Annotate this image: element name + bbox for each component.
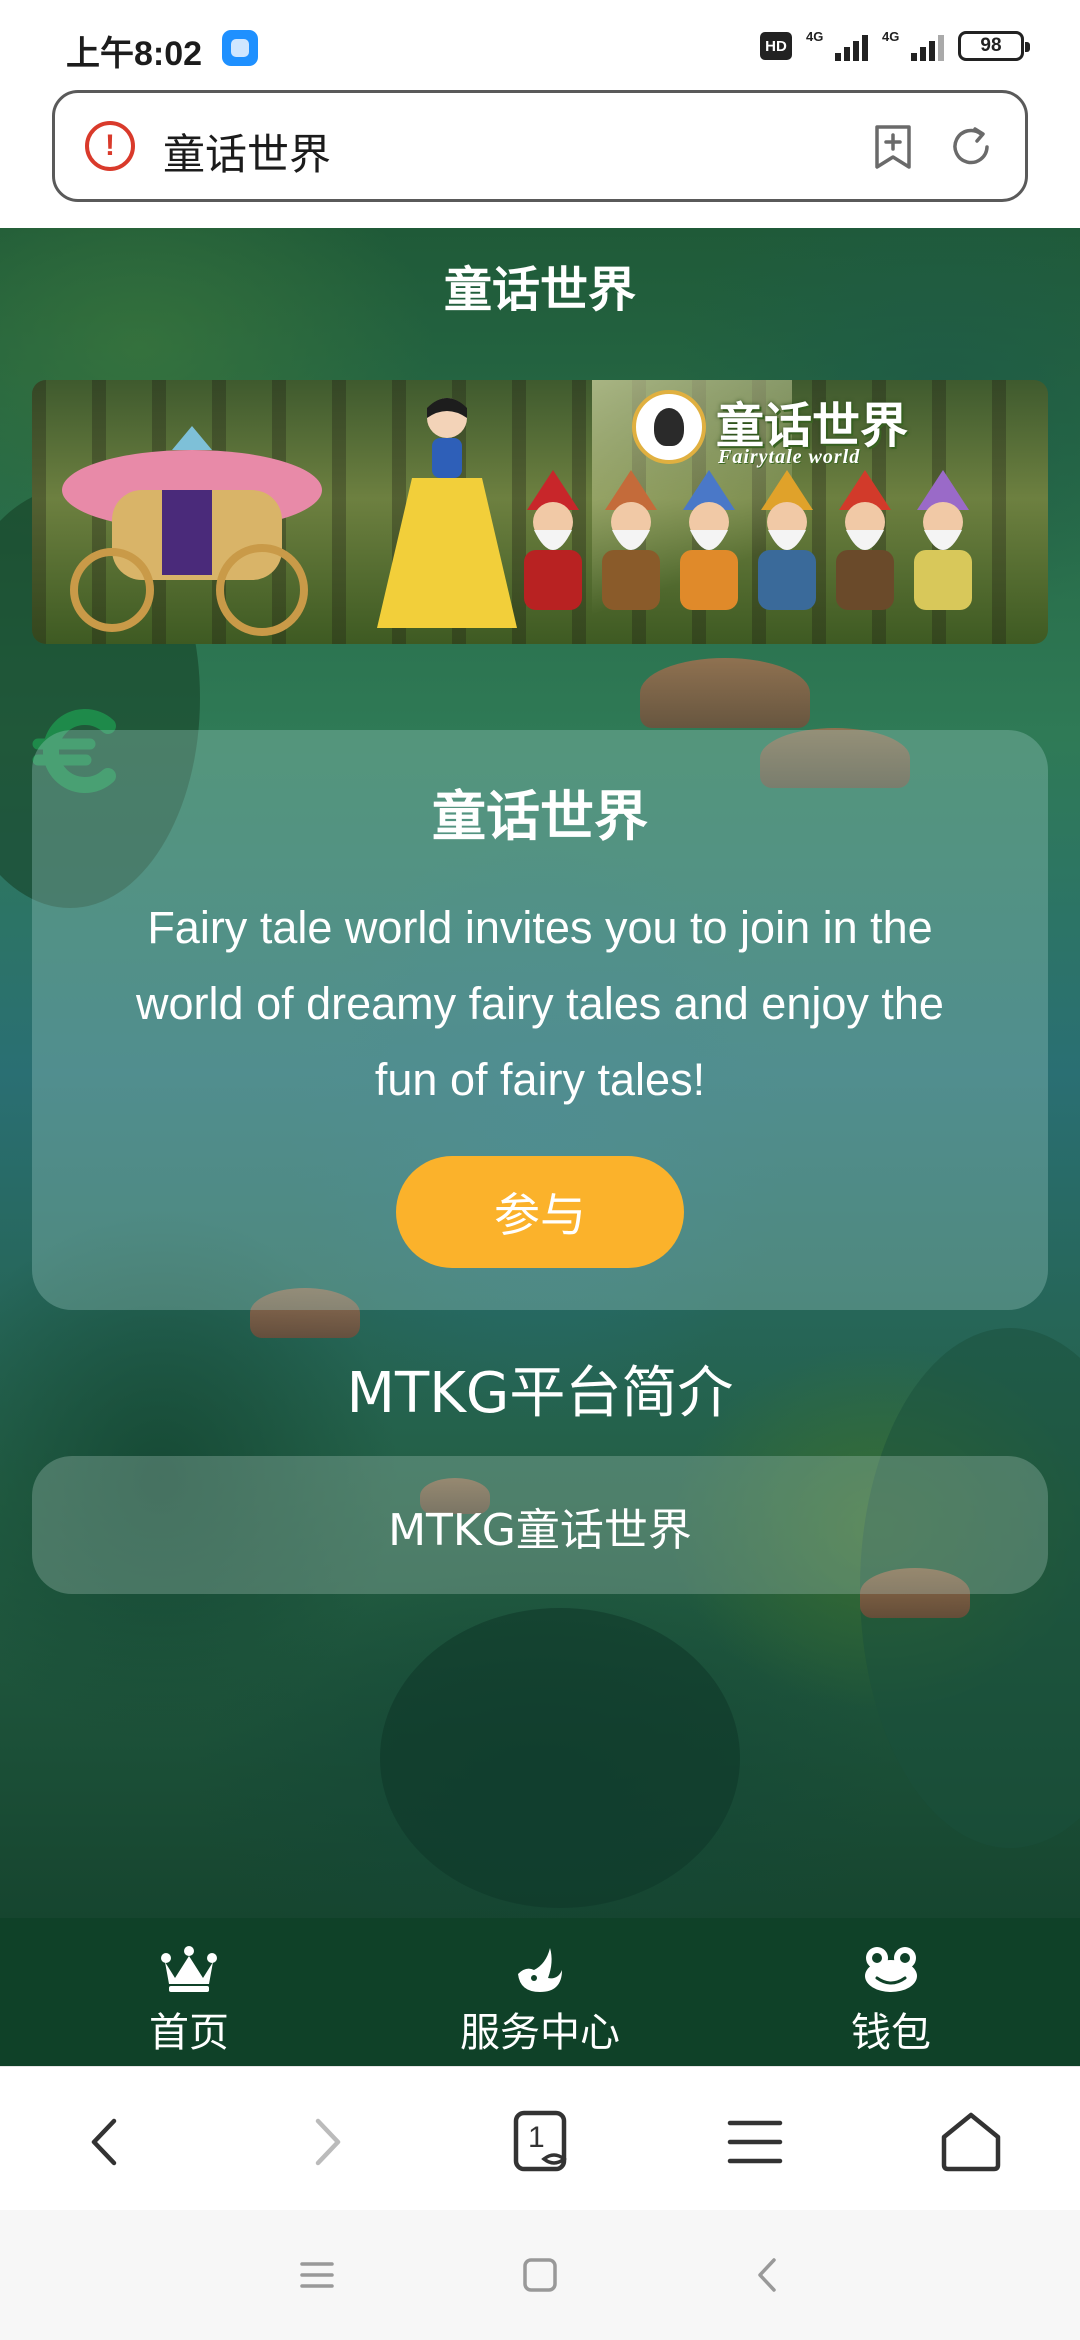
browser-toolbar: 1 xyxy=(0,2066,1080,2210)
dwarf-illustration xyxy=(524,470,582,610)
battery-icon: 98 xyxy=(958,31,1030,61)
platform-intro-card[interactable]: MTKG童话世界 xyxy=(32,1456,1048,1594)
app-notification-icon xyxy=(222,30,258,66)
status-time: 上午8:02 xyxy=(66,35,203,73)
invite-title: 童话世界 xyxy=(432,785,648,848)
status-bar: 上午8:02 HD 4G 4G 98 xyxy=(0,0,1080,88)
banner-logo: 童话世界 Fairytale world xyxy=(632,386,932,476)
signal-label: 4G xyxy=(882,29,900,44)
recents-icon[interactable] xyxy=(292,2250,342,2300)
banner-logo-subtitle: Fairytale world xyxy=(718,446,861,468)
signal-icon: 4G xyxy=(882,29,944,63)
tab-wallet-label: 钱包 xyxy=(851,2010,931,2056)
refresh-icon[interactable] xyxy=(947,123,995,171)
dwarf-illustration xyxy=(758,470,816,610)
warning-circle-icon[interactable]: ! xyxy=(85,121,135,171)
dwarf-illustration xyxy=(602,470,660,610)
dwarf-illustration xyxy=(836,470,894,610)
logo-medal-icon xyxy=(632,390,706,464)
join-button[interactable]: 参与 xyxy=(396,1156,684,1268)
carriage-illustration xyxy=(62,426,322,636)
platform-intro-heading: MTKG平台简介 xyxy=(346,1361,734,1426)
tab-count: 1 xyxy=(528,2121,545,2154)
tab-home[interactable]: 首页 xyxy=(9,1918,369,2066)
menu-icon[interactable] xyxy=(720,2107,790,2177)
tabs-button[interactable]: 1 xyxy=(506,2107,576,2177)
frog-icon xyxy=(865,1947,917,1992)
page-title: 童话世界 xyxy=(443,262,636,318)
invite-card: 童话世界 Fairy tale world invites you to joi… xyxy=(32,730,1048,1310)
bottom-tab-bar: 首页 服务中心 钱包 xyxy=(0,1918,1080,2066)
tab-home-label: 首页 xyxy=(149,2010,229,2056)
add-bookmark-icon[interactable] xyxy=(871,123,915,171)
signal-icon: 4G xyxy=(806,29,868,63)
bird-icon xyxy=(518,1948,562,1992)
back-icon[interactable] xyxy=(70,2107,140,2177)
forward-icon[interactable] xyxy=(292,2107,362,2177)
platform-intro-card-text: MTKG童话世界 xyxy=(388,1505,692,1556)
system-navigation-bar xyxy=(0,2210,1080,2340)
status-indicators: HD 4G 4G 98 xyxy=(760,26,1030,66)
signal-label: 4G xyxy=(806,29,824,44)
home-icon[interactable] xyxy=(936,2107,1006,2177)
tab-wallet[interactable]: 钱包 xyxy=(711,1918,1071,2066)
dwarf-illustration xyxy=(680,470,738,610)
invite-text: Fairy tale world invites you to join in … xyxy=(136,902,944,1105)
address-title[interactable]: 童话世界 xyxy=(163,121,331,182)
dwarf-illustration xyxy=(914,470,972,610)
hd-icon: HD xyxy=(760,32,792,60)
home-square-icon[interactable] xyxy=(515,2250,565,2300)
princess-illustration xyxy=(377,398,517,628)
crown-icon xyxy=(161,1946,217,1992)
back-triangle-icon[interactable] xyxy=(742,2250,792,2300)
banner-image[interactable]: 童话世界 Fairytale world xyxy=(32,380,1048,644)
tab-service-center-label: 服务中心 xyxy=(460,2010,620,2056)
web-page[interactable]: 童话世界 童话世界 Fairytale world 童话世界 Fairy tal… xyxy=(0,228,1080,1918)
tab-service-center[interactable]: 服务中心 xyxy=(360,1918,720,2066)
address-bar[interactable]: ! 童话世界 xyxy=(52,90,1028,202)
